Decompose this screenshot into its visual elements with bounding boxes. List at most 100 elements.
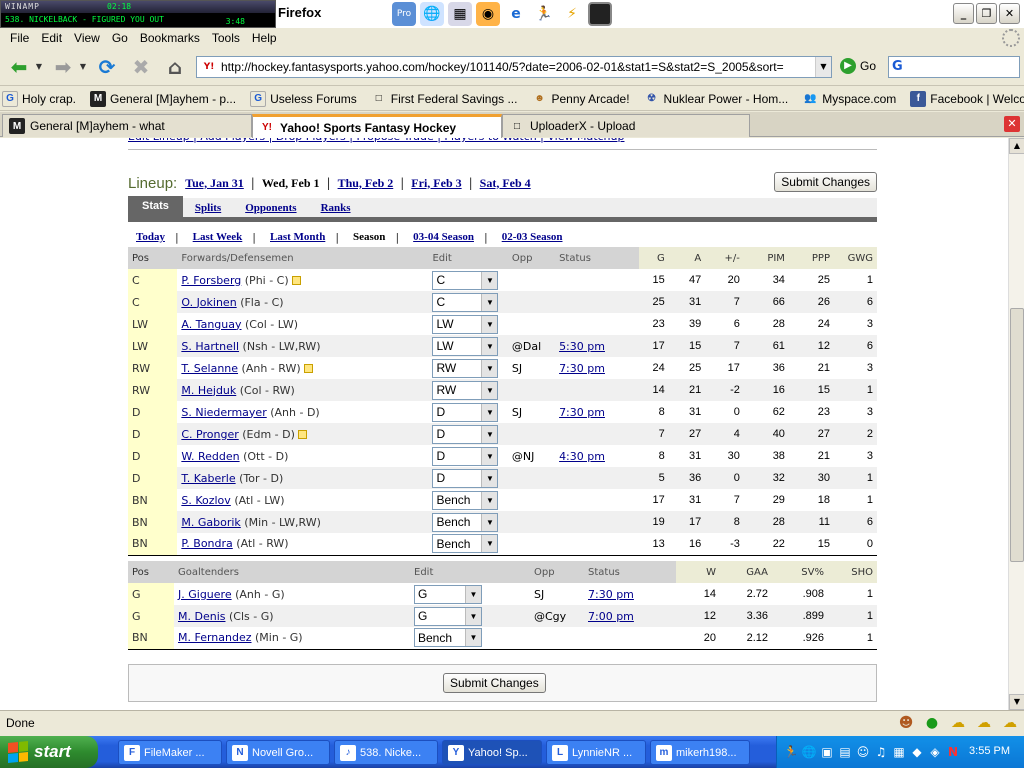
- home-button[interactable]: ⌂: [160, 52, 190, 82]
- minimize-button[interactable]: _: [953, 3, 974, 24]
- bookmark-item[interactable]: ☢ Nuklear Power - Hom...: [644, 91, 788, 107]
- position-select[interactable]: G ▼: [414, 584, 482, 604]
- firefox-icon[interactable]: ◉: [476, 2, 500, 26]
- go-button[interactable]: ▶ Go: [840, 58, 876, 74]
- tab-opponents[interactable]: Opponents: [233, 202, 308, 214]
- monkey-icon[interactable]: ☻: [896, 713, 916, 733]
- submit-changes-button[interactable]: Submit Changes: [774, 172, 877, 192]
- position-select[interactable]: D ▼: [432, 446, 499, 466]
- url-dropdown-icon[interactable]: ▼: [815, 57, 831, 77]
- camera-tray-icon[interactable]: ▤: [837, 744, 853, 760]
- norton-tray-icon[interactable]: N: [945, 744, 961, 760]
- player-link[interactable]: S. Niedermayer: [181, 406, 266, 419]
- tab-uploaderx[interactable]: □ UploaderX - Upload: [502, 114, 750, 137]
- menu-bookmarks[interactable]: Bookmarks: [134, 31, 206, 45]
- position-select[interactable]: C ▼: [432, 292, 499, 312]
- date-link[interactable]: Tue, Jan 31: [185, 176, 244, 191]
- col-a[interactable]: A: [668, 247, 706, 269]
- bookmark-item[interactable]: fFacebook | Welcome ...: [910, 90, 1024, 107]
- aim-tray-icon[interactable]: 🏃: [783, 744, 799, 760]
- position-select[interactable]: D ▼: [432, 402, 499, 422]
- position-select[interactable]: C ▼: [432, 270, 499, 290]
- period-link[interactable]: Last Month: [256, 231, 325, 243]
- search-input[interactable]: G: [888, 56, 1020, 78]
- scroll-down-icon[interactable]: ▼: [1009, 694, 1024, 710]
- menu-tools[interactable]: Tools: [206, 31, 246, 45]
- globe-tray-icon[interactable]: 🌐: [801, 744, 817, 760]
- date-link[interactable]: Sat, Feb 4: [480, 176, 531, 191]
- team-links[interactable]: Edit Lineup | Add Players | Drop Players…: [128, 138, 878, 148]
- bookmark-item[interactable]: M General [M]ayhem - p...: [90, 90, 236, 107]
- restore-button[interactable]: ❐: [976, 3, 997, 24]
- col-w[interactable]: W: [676, 561, 720, 583]
- task-filemaker[interactable]: F FileMaker ...: [118, 740, 222, 765]
- position-select[interactable]: Bench ▼: [432, 490, 499, 510]
- forward-dropdown-icon[interactable]: ▼: [78, 52, 88, 82]
- position-select[interactable]: RW ▼: [432, 358, 499, 378]
- game-time-link[interactable]: 5:30 pm: [559, 340, 605, 353]
- player-link[interactable]: P. Forsberg: [181, 274, 241, 287]
- position-select[interactable]: LW ▼: [432, 336, 499, 356]
- ie-icon[interactable]: e: [504, 2, 528, 26]
- position-select[interactable]: Bench ▼: [414, 628, 482, 648]
- period-link[interactable]: Today: [128, 231, 165, 243]
- menu-file[interactable]: File: [4, 31, 35, 45]
- menu-go[interactable]: Go: [106, 31, 134, 45]
- col-gwg[interactable]: GWG: [834, 247, 877, 269]
- url-text[interactable]: http://hockey.fantasysports.yahoo.com/ho…: [221, 60, 815, 74]
- player-link[interactable]: M. Gaborik: [181, 516, 240, 529]
- start-button[interactable]: start: [0, 736, 98, 768]
- monitor-icon[interactable]: [588, 2, 612, 26]
- player-link[interactable]: S. Kozlov: [181, 494, 230, 507]
- task-yahoo[interactable]: Y Yahoo! Sp...: [442, 740, 542, 765]
- scroll-thumb[interactable]: [1010, 308, 1024, 562]
- player-link[interactable]: M. Fernandez: [178, 631, 252, 644]
- date-link[interactable]: Fri, Feb 3: [411, 176, 461, 191]
- calculator-icon[interactable]: ▦: [448, 2, 472, 26]
- bookmark-item[interactable]: G Holy crap.: [2, 90, 76, 107]
- close-button[interactable]: ✕: [999, 3, 1020, 24]
- menu-view[interactable]: View: [68, 31, 106, 45]
- task-mikerh[interactable]: m mikerh198...: [650, 740, 750, 765]
- game-time-link[interactable]: 4:30 pm: [559, 450, 605, 463]
- player-note-icon[interactable]: [303, 364, 313, 373]
- col-g[interactable]: G: [638, 247, 669, 269]
- col-plusminus[interactable]: +/-: [705, 247, 744, 269]
- position-select[interactable]: G ▼: [414, 606, 482, 626]
- green-status-icon[interactable]: ●: [922, 713, 942, 733]
- col-pim[interactable]: PIM: [743, 247, 789, 269]
- tab-yahoo-fantasy[interactable]: Y! Yahoo! Sports Fantasy Hockey: [252, 114, 502, 138]
- menu-help[interactable]: Help: [246, 31, 283, 45]
- player-link[interactable]: C. Pronger: [181, 428, 238, 441]
- task-lynnienr[interactable]: L LynnieNR ...: [546, 740, 646, 765]
- scroll-up-icon[interactable]: ▲: [1009, 138, 1024, 154]
- game-time-link[interactable]: 7:30 pm: [559, 406, 605, 419]
- date-link[interactable]: Thu, Feb 2: [338, 176, 394, 191]
- nvidia-tray-icon[interactable]: ◆: [909, 744, 925, 760]
- task-novell[interactable]: N Novell Gro...: [226, 740, 330, 765]
- task-winamp[interactable]: ♪ 538. Nicke...: [334, 740, 438, 765]
- game-time-link[interactable]: 7:30 pm: [588, 588, 634, 601]
- col-pos[interactable]: Pos: [128, 561, 174, 583]
- forward-button[interactable]: ➡: [48, 52, 78, 82]
- player-link[interactable]: A. Tanguay: [181, 318, 241, 331]
- close-tab-icon[interactable]: ✕: [1004, 116, 1020, 132]
- position-select[interactable]: LW ▼: [432, 314, 499, 334]
- game-time-link[interactable]: 7:00 pm: [588, 610, 634, 623]
- aim-icon[interactable]: 🏃: [532, 2, 556, 26]
- bookmark-item[interactable]: 👥 Myspace.com: [802, 91, 896, 107]
- position-select[interactable]: D ▼: [432, 468, 499, 488]
- player-link[interactable]: T. Kaberle: [181, 472, 235, 485]
- player-link[interactable]: O. Jokinen: [181, 296, 236, 309]
- winamp-player[interactable]: WINAMP 02:18 538. NICKELBACK - FIGURED Y…: [0, 0, 276, 28]
- col-gaa[interactable]: GAA: [720, 561, 772, 583]
- player-link[interactable]: P. Bondra: [181, 537, 232, 550]
- lightning-icon[interactable]: ⚡: [560, 2, 584, 26]
- volume-tray-icon[interactable]: ♫: [873, 744, 889, 760]
- tab-ranks[interactable]: Ranks: [309, 202, 363, 214]
- bookmark-item[interactable]: G Useless Forums: [250, 90, 357, 107]
- pro-icon[interactable]: Pro: [392, 2, 416, 26]
- period-link[interactable]: 03-04 Season: [399, 231, 474, 243]
- player-link[interactable]: T. Selanne: [181, 362, 238, 375]
- submit-changes-button[interactable]: Submit Changes: [443, 673, 546, 693]
